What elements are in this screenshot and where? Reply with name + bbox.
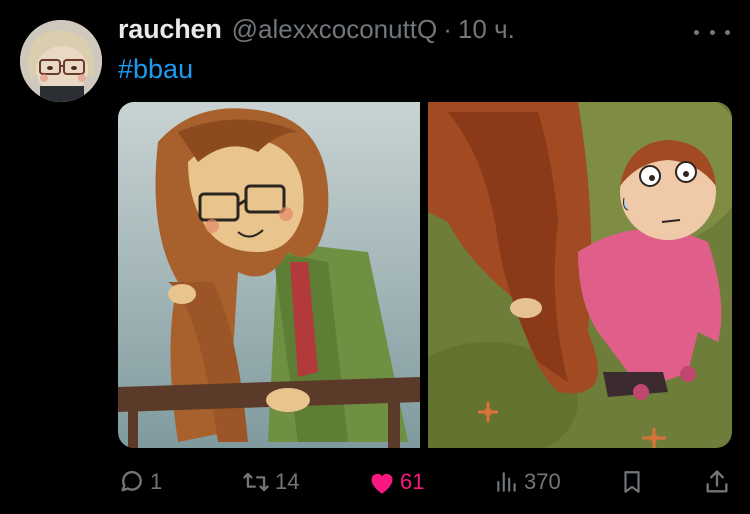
hashtag-link[interactable]: #bbau xyxy=(118,54,193,85)
reply-count: 1 xyxy=(150,469,163,494)
bookmark-icon xyxy=(619,468,645,496)
author-handle[interactable]: @alexxcoconuttQ xyxy=(232,14,438,45)
tweet-actions: 1 14 61 370 xyxy=(118,464,730,500)
author-name[interactable]: rauchen xyxy=(118,14,222,45)
media-image-2[interactable] xyxy=(428,102,732,448)
tweet: rauchen @alexxcoconuttQ · 10 ч. #bbau 1 … xyxy=(0,0,750,514)
share-button[interactable] xyxy=(703,464,731,500)
repost-icon xyxy=(241,468,271,496)
media-image-1[interactable] xyxy=(118,102,420,448)
view-count: 370 xyxy=(524,469,561,494)
reply-icon xyxy=(118,468,146,496)
like-icon xyxy=(368,469,396,495)
avatar[interactable] xyxy=(20,20,102,102)
views-button[interactable]: 370 xyxy=(494,464,561,500)
reply-button[interactable]: 1 xyxy=(118,464,162,500)
tweet-header: rauchen @alexxcoconuttQ · 10 ч. xyxy=(118,14,515,50)
media-grid xyxy=(118,102,732,448)
bookmark-button[interactable] xyxy=(619,464,645,500)
share-icon xyxy=(703,468,731,496)
like-button[interactable]: 61 xyxy=(368,464,424,500)
repost-button[interactable]: 14 xyxy=(241,464,299,500)
separator-dot: · xyxy=(443,14,452,44)
timestamp[interactable]: 10 ч. xyxy=(458,14,515,45)
more-icon[interactable] xyxy=(694,26,730,38)
like-count: 61 xyxy=(400,469,425,494)
repost-count: 14 xyxy=(275,469,300,494)
views-icon xyxy=(494,469,520,495)
